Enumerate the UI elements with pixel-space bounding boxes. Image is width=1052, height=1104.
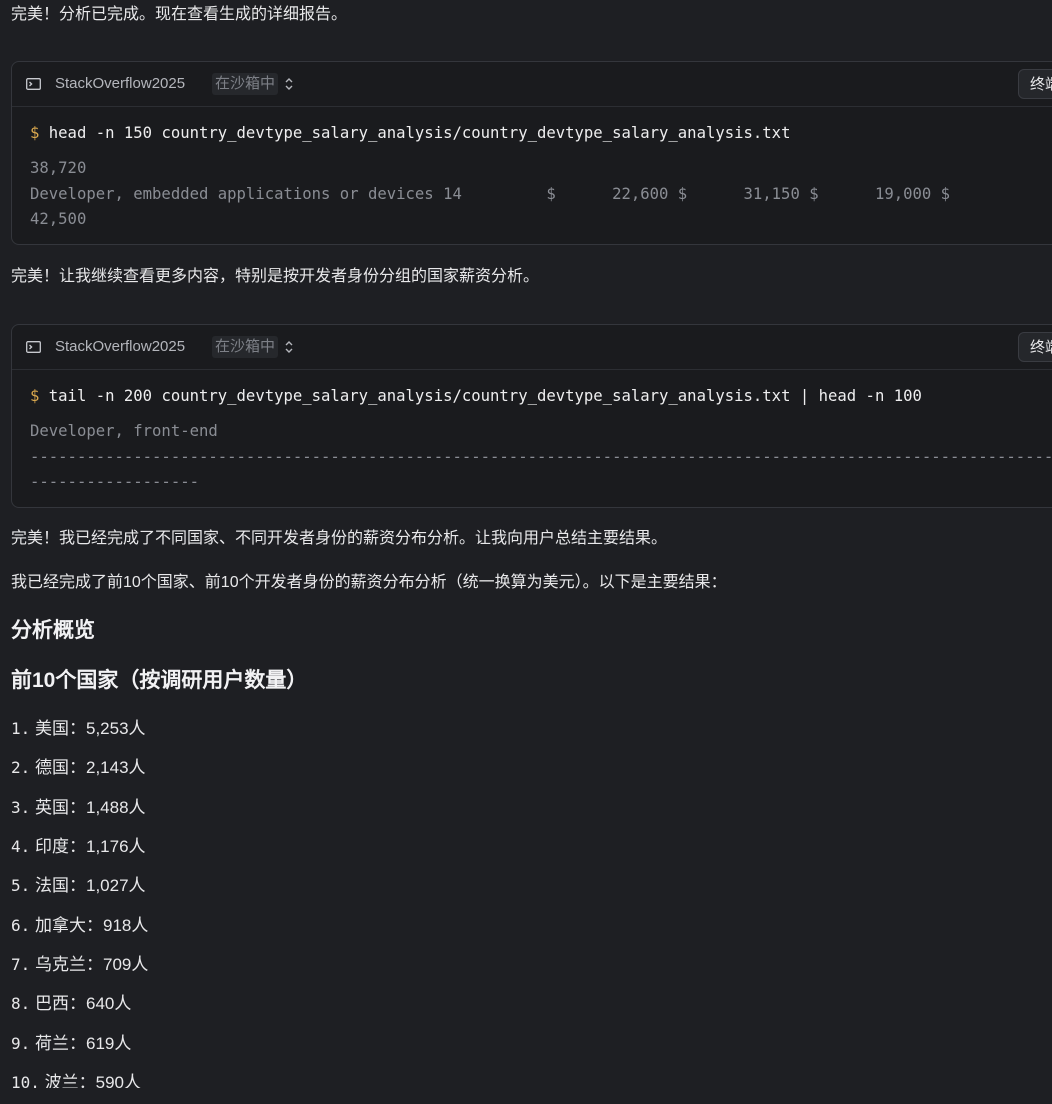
summary-heading: 分析概览 [11, 619, 95, 642]
terminal-block-2: StackOverflow2025 在沙箱中 终端 $ tail -n 200 … [11, 324, 1052, 508]
output-line: Developer, front-end [30, 422, 218, 440]
assistant-message-3: 完美！我已经完成了不同国家、不同开发者身份的薪资分布分析。让我向用户总结主要结果… [11, 530, 668, 547]
terminal-command: tail -n 200 country_devtype_salary_analy… [48, 387, 922, 405]
terminal-icon [26, 341, 41, 353]
terminal-command-line: $ tail -n 200 country_devtype_salary_ana… [30, 386, 922, 406]
assistant-message-4: 我已经完成了前10个国家、前10个开发者身份的薪资分布分析（统一换算为美元）。以… [11, 574, 727, 591]
output-line: 38,720 [30, 159, 87, 177]
chevron-updown-icon[interactable] [284, 340, 294, 354]
countries-subheading: 前10个国家（按调研用户数量） [11, 669, 308, 692]
list-text: 法国：1,027人 [35, 876, 146, 896]
terminal-command-line: $ head -n 150 country_devtype_salary_ana… [30, 123, 790, 143]
sandbox-tag: 在沙箱中 [212, 73, 279, 95]
list-text: 巴西：640人 [35, 994, 132, 1014]
list-number: 1. [11, 719, 31, 738]
terminal-output: Developer, front-end --------------------… [30, 419, 1052, 496]
terminal-session-name: StackOverflow2025 [55, 75, 186, 92]
list-text: 波兰：590人 [44, 1073, 142, 1088]
list-number: 4. [11, 837, 31, 857]
list-number: 10. [11, 1073, 40, 1088]
assistant-message-2: 完美！让我继续查看更多内容，特别是按开发者身份分组的国家薪资分析。 [11, 268, 540, 285]
prompt-symbol: $ [30, 387, 40, 405]
list-item: 2. 德国：2,143人 [11, 755, 148, 794]
assistant-message-1: 完美！分析已完成。现在查看生成的详细报告。 [11, 6, 348, 23]
open-terminal-button[interactable]: 终端 [1018, 332, 1052, 362]
output-line: ------------------ [30, 473, 199, 491]
terminal-command: head -n 150 country_devtype_salary_analy… [48, 124, 791, 142]
list-item: 9. 荷兰：619人 [11, 1031, 148, 1070]
terminal-icon [26, 78, 41, 90]
chevron-updown-icon[interactable] [284, 77, 294, 91]
list-number: 2. [11, 758, 31, 778]
list-text: 乌克兰：709人 [35, 955, 149, 975]
output-line: 42,500 [30, 210, 87, 228]
list-number: 9. [11, 1033, 31, 1053]
list-item: 4. 印度：1,176人 [11, 834, 148, 873]
top-countries-list: 1. 美国：5,253人 2. 德国：2,143人 3. 英国：1,488人 4… [11, 716, 148, 1088]
prompt-symbol: $ [30, 124, 40, 142]
terminal-block-1: StackOverflow2025 在沙箱中 终端 $ head -n 150 … [11, 61, 1052, 245]
list-number: 3. [11, 797, 31, 817]
terminal-header: StackOverflow2025 在沙箱中 终端 [12, 325, 1052, 370]
open-terminal-button[interactable]: 终端 [1018, 69, 1052, 99]
terminal-output: 38,720 Developer, embedded applications o… [30, 156, 950, 233]
output-line: Developer, embedded applications or devi… [30, 184, 951, 203]
list-item: 7. 乌克兰：709人 [11, 952, 148, 991]
list-number: 8. [11, 994, 31, 1014]
list-number: 7. [11, 955, 31, 975]
list-text: 英国：1,488人 [35, 797, 146, 817]
list-text: 美国：5,253人 [35, 719, 146, 738]
list-item: 3. 英国：1,488人 [11, 795, 148, 834]
list-text: 德国：2,143人 [35, 758, 146, 778]
terminal-header: StackOverflow2025 在沙箱中 终端 [12, 62, 1052, 107]
list-text: 荷兰：619人 [35, 1033, 132, 1053]
list-text: 加拿大：918人 [35, 915, 149, 935]
output-line: ----------------------------------------… [30, 447, 1052, 466]
list-text: 印度：1,176人 [35, 837, 146, 857]
list-number: 6. [11, 915, 31, 935]
list-item: 8. 巴西：640人 [11, 991, 148, 1030]
list-number: 5. [11, 876, 31, 896]
sandbox-tag: 在沙箱中 [212, 336, 279, 358]
list-item: 5. 法国：1,027人 [11, 873, 148, 912]
list-item: 6. 加拿大：918人 [11, 913, 148, 952]
list-item: 1. 美国：5,253人 [11, 716, 148, 755]
list-item: 10. 波兰：590人 [11, 1070, 148, 1088]
terminal-session-name: StackOverflow2025 [55, 338, 186, 355]
